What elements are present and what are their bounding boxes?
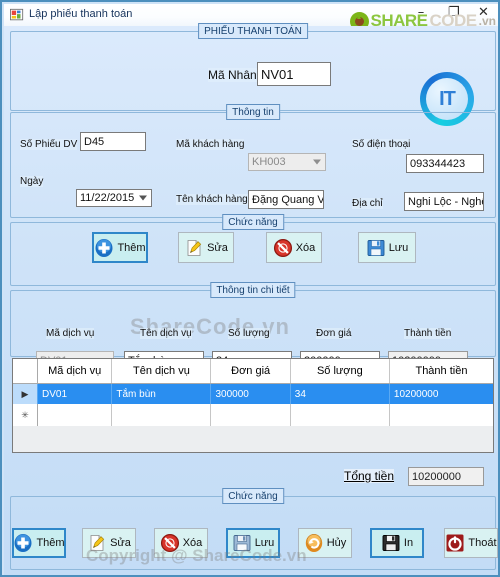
info-legend: Thông tin xyxy=(226,104,280,120)
cancel-button-bottom-label: Hủy xyxy=(326,537,347,549)
edit-button-bottom[interactable]: Sửa xyxy=(82,528,136,558)
new-cell-unit-price[interactable] xyxy=(211,404,291,426)
date-label: Ngày xyxy=(20,176,44,187)
add-button-bottom-label: Thêm xyxy=(36,537,65,549)
chevron-down-icon xyxy=(313,159,321,165)
row-selector-icon[interactable]: ▶ xyxy=(13,384,38,404)
grid-header-corner xyxy=(13,359,38,383)
cell-unit-price[interactable]: 300000 xyxy=(211,384,291,404)
cell-amount[interactable]: 10200000 xyxy=(390,384,493,404)
address-input[interactable]: Nghi Lộc - Nghệ An xyxy=(404,192,484,211)
close-button[interactable]: ✕ xyxy=(478,5,494,20)
grid-new-row[interactable]: ✳ xyxy=(13,404,493,426)
date-picker-value: 11/22/2015 xyxy=(80,192,135,204)
edit-icon xyxy=(187,239,202,256)
detail-group: Thông tin chi tiết xyxy=(10,282,496,357)
edit-icon xyxy=(90,535,105,551)
grid-col-service-code[interactable]: Mã dịch vụ xyxy=(38,359,113,383)
sharecode-logo-icon xyxy=(349,11,369,26)
edit-button-top-label: Sửa xyxy=(207,241,228,254)
edit-button-bottom-label: Sửa xyxy=(110,537,131,549)
total-input[interactable]: 10200000 xyxy=(408,467,484,486)
customer-code-value: KH003 xyxy=(252,156,286,168)
delete-button-bottom-label: Xóa xyxy=(182,537,203,549)
grid-empty-area xyxy=(13,426,493,452)
print-button-bottom-label: In xyxy=(403,537,414,549)
minimize-button[interactable]: – xyxy=(418,5,434,20)
form-body: PHIẾU THANH TOÁN Mã Nhân Viên NV01 IT Th… xyxy=(4,23,498,575)
cancel-icon xyxy=(305,534,322,552)
customer-code-label: Mã khách hàng xyxy=(176,139,245,150)
employee-code-input[interactable]: NV01 xyxy=(257,62,331,86)
quantity-label: Số lượng xyxy=(228,328,270,339)
customer-code-combo[interactable]: KH003 xyxy=(248,153,326,171)
delete-icon xyxy=(273,238,292,257)
save-icon xyxy=(233,535,251,551)
save-button-top[interactable]: Lưu xyxy=(358,232,416,263)
top-actions-legend: Chức năng xyxy=(222,214,284,230)
receipt-no-label: Số Phiếu DV xyxy=(20,139,78,150)
date-picker[interactable]: 11/22/2015 xyxy=(76,189,152,207)
add-icon xyxy=(14,534,32,552)
cell-service-name[interactable]: Tắm bùn xyxy=(112,384,212,404)
window-title: Lập phiếu thanh toán xyxy=(29,8,133,20)
save-button-bottom-label: Lưu xyxy=(254,537,275,549)
save-button-top-label: Lưu xyxy=(388,241,409,254)
top-actions-group: Chức năng xyxy=(10,214,496,286)
save-button-bottom[interactable]: Lưu xyxy=(226,528,280,558)
chevron-down-icon xyxy=(139,195,147,201)
delete-button-top-label: Xóa xyxy=(295,241,316,254)
new-cell-quantity[interactable] xyxy=(291,404,390,426)
new-cell-service-code[interactable] xyxy=(38,404,113,426)
print-icon xyxy=(382,535,400,551)
customer-name-input[interactable]: Đặng Quang Vinh xyxy=(248,190,324,209)
amount-label: Thành tiền xyxy=(404,328,452,339)
cell-quantity[interactable]: 34 xyxy=(291,384,390,404)
new-row-icon[interactable]: ✳ xyxy=(13,404,38,426)
phone-input[interactable]: 093344423 xyxy=(406,154,484,173)
new-cell-service-name[interactable] xyxy=(112,404,212,426)
unit-price-label: Đơn giá xyxy=(316,328,352,339)
edit-button-top[interactable]: Sửa xyxy=(178,232,234,263)
form-icon xyxy=(10,8,24,21)
window-controls: – ❐ ✕ xyxy=(418,5,494,20)
bottom-actions-legend: Chức năng xyxy=(222,488,284,504)
receipt-no-input[interactable]: D45 xyxy=(80,132,146,151)
receipt-header-legend: PHIẾU THANH TOÁN xyxy=(198,23,308,39)
cell-service-code[interactable]: DV01 xyxy=(38,384,113,404)
delete-button-bottom[interactable]: Xóa xyxy=(154,528,208,558)
delete-button-top[interactable]: Xóa xyxy=(266,232,322,263)
grid-col-service-name[interactable]: Tên dịch vụ xyxy=(112,359,212,383)
add-button-top-label: Thêm xyxy=(117,241,146,254)
exit-button-bottom-label: Thoát xyxy=(468,537,497,549)
cancel-button-bottom[interactable]: Hủy xyxy=(298,528,352,558)
phone-label: Số điện thoại xyxy=(352,139,411,150)
delete-icon xyxy=(160,533,179,553)
grid-header-row: Mã dịch vụ Tên dịch vụ Đơn giá Số lượng … xyxy=(13,359,493,384)
add-button-top[interactable]: Thêm xyxy=(92,232,148,263)
service-name-label: Tên dịch vụ xyxy=(140,328,192,339)
detail-legend: Thông tin chi tiết xyxy=(210,282,296,298)
maximize-button[interactable]: ❐ xyxy=(448,5,464,20)
save-icon xyxy=(367,239,385,256)
total-label: Tổng tiền xyxy=(344,469,395,483)
address-label: Địa chỉ xyxy=(352,198,383,209)
print-button-bottom[interactable]: In xyxy=(370,528,424,558)
table-row[interactable]: ▶ DV01 Tắm bùn 300000 34 10200000 xyxy=(13,384,493,404)
grid-col-amount[interactable]: Thành tiền xyxy=(390,359,493,383)
customer-name-label: Tên khách hàng xyxy=(176,194,248,205)
grid-col-quantity[interactable]: Số lượng xyxy=(291,359,390,383)
service-detail-grid[interactable]: Mã dịch vụ Tên dịch vụ Đơn giá Số lượng … xyxy=(12,358,494,453)
service-code-label: Mã dịch vụ xyxy=(46,328,95,339)
new-cell-amount[interactable] xyxy=(390,404,493,426)
exit-icon xyxy=(446,534,464,552)
grid-col-unit-price[interactable]: Đơn giá xyxy=(211,359,291,383)
payment-form-window: Lập phiếu thanh toán – ❐ ✕ SHARE CODE .v… xyxy=(0,0,500,577)
exit-button-bottom[interactable]: Thoát xyxy=(444,528,498,558)
add-button-bottom[interactable]: Thêm xyxy=(12,528,66,558)
add-icon xyxy=(95,238,113,257)
